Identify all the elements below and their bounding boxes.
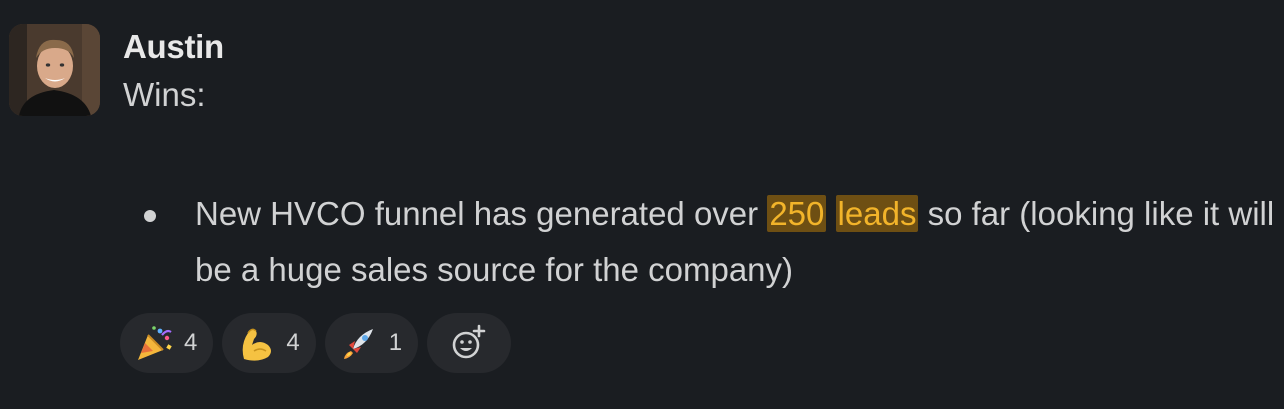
party-popper-icon [134,323,174,363]
rocket-icon [339,323,379,363]
author-name[interactable]: Austin [123,27,224,67]
avatar[interactable] [9,24,100,116]
reaction-count: 4 [184,329,198,356]
reaction-count: 1 [388,329,403,356]
message: Austin Wins: New HVCO funnel has generat… [0,0,1284,409]
avatar-image [9,24,100,116]
flexed-biceps-icon [236,323,276,363]
list-item: New HVCO funnel has generated over 250 l… [140,186,1280,298]
bullet-list: New HVCO funnel has generated over 250 l… [140,186,1280,298]
reactions-bar: 4 4 1 [120,313,512,373]
reaction-rocket[interactable]: 1 [324,313,419,373]
search-highlight: leads [835,195,919,232]
search-highlight: 250 [767,195,827,232]
reaction-flexed-biceps[interactable]: 4 [222,313,316,373]
reaction-count: 4 [286,329,300,356]
bullet-icon [144,210,156,222]
bullet-text-before: New HVCO funnel has generated over [195,195,768,232]
add-reaction-button[interactable] [427,313,512,373]
add-emoji-icon [452,324,486,359]
bullet-text-between [826,195,835,232]
message-intro: Wins: [123,76,206,113]
reaction-party-popper[interactable]: 4 [120,313,214,373]
